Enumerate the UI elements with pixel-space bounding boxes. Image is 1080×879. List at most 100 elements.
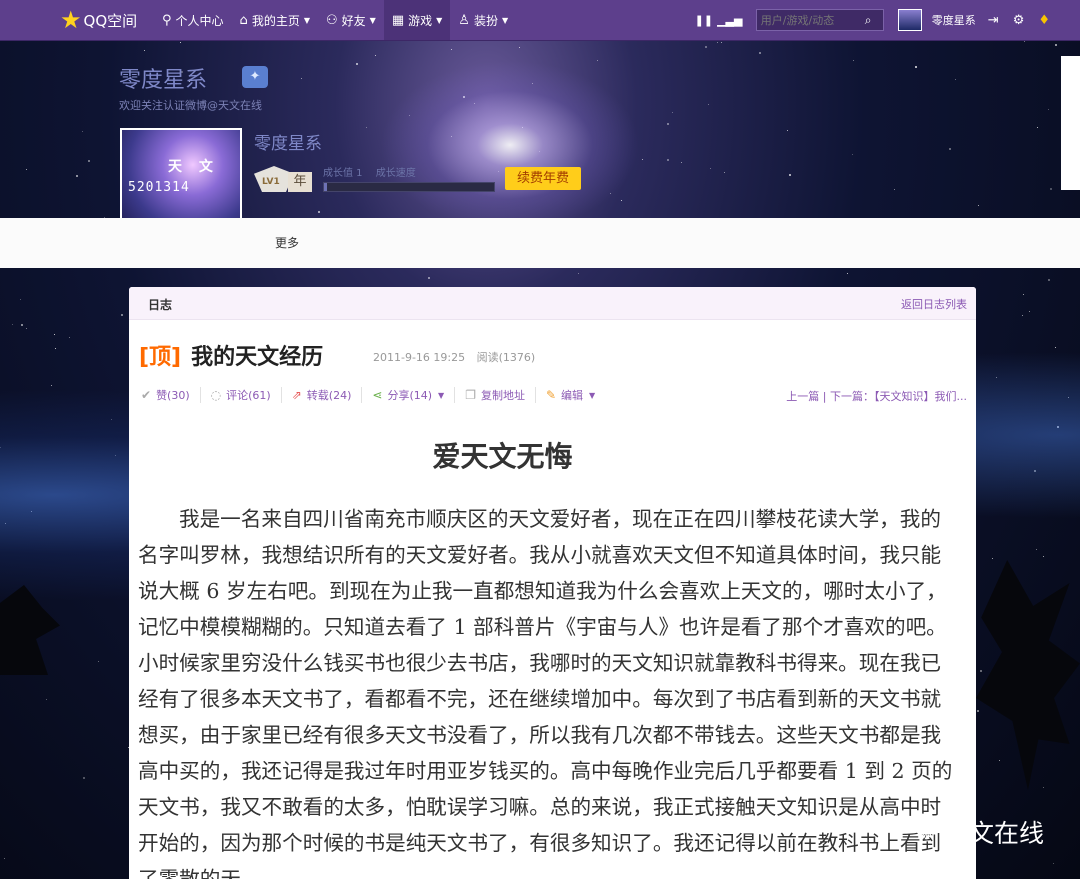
- star-dot: [980, 670, 982, 672]
- star-dot: [46, 699, 47, 700]
- space-title[interactable]: 零度星系: [119, 62, 207, 94]
- share-button[interactable]: ⋖ 分享(14) ▼: [372, 387, 456, 403]
- chevron-down-icon: ▼: [303, 15, 310, 25]
- repost-button[interactable]: ⇗ 转载(24): [292, 387, 363, 403]
- post-reads: 阅读(1376): [476, 351, 536, 364]
- renew-annual-button[interactable]: 续费年费: [505, 167, 581, 190]
- repost-icon: ⇗: [291, 388, 302, 402]
- star-dot: [789, 174, 791, 176]
- stats-icon[interactable]: ▁▃▅: [717, 10, 742, 30]
- pinned-tag: [顶]: [139, 345, 182, 370]
- nav-games[interactable]: ▦ 游戏 ▼: [383, 0, 451, 40]
- profile-nickname[interactable]: 零度星系: [254, 129, 322, 154]
- more-menu[interactable]: 更多: [275, 234, 299, 251]
- grid-icon: ▦: [391, 12, 405, 28]
- blog-card: 日志 返回日志列表 [顶] 我的天文经历 2011-9-16 19:25 阅读(1…: [129, 287, 976, 879]
- star-dot: [451, 49, 452, 50]
- star-dot: [852, 154, 853, 155]
- star-dot: [301, 78, 302, 79]
- check-icon: ✔: [141, 388, 152, 402]
- search-box: ⌕: [755, 9, 884, 31]
- post-action-bar: ✔ 赞(30) ◌ 评论(61) ⇗ 转载(24) ⋖ 分享(14) ▼ ❐ 复…: [141, 387, 615, 403]
- nav-decorate[interactable]: ♙ 装扮 ▼: [450, 0, 516, 40]
- copy-icon: ❐: [465, 388, 476, 402]
- star-dot: [847, 273, 848, 274]
- star-dot: [977, 710, 979, 712]
- star-dot: [366, 127, 367, 128]
- star-dot: [710, 168, 711, 169]
- comment-button[interactable]: ◌ 评论(61): [211, 387, 282, 403]
- nav-personal-center[interactable]: ⚲ 个人中心: [154, 0, 232, 40]
- verified-badge-icon[interactable]: ✦: [242, 66, 268, 88]
- prev-next-links[interactable]: 上一篇 | 下一篇：【天文知识】我们...: [786, 388, 967, 404]
- star-dot: [1043, 787, 1044, 788]
- star-dot: [578, 273, 579, 274]
- nav-friends[interactable]: ⚇ 好友 ▼: [318, 0, 384, 40]
- topbar-right-tools: ❚❚ ▁▃▅ ⌕ 零度星系 ⇥ ⚙ ♦: [694, 0, 1080, 40]
- qzone-star-icon: ★: [60, 6, 82, 34]
- back-to-list-link[interactable]: 返回日志列表: [901, 296, 967, 312]
- qzone-logo[interactable]: ★ QQ空间: [60, 8, 154, 32]
- search-icon[interactable]: ⌕: [865, 13, 872, 28]
- star-dot: [949, 148, 951, 150]
- level-badge[interactable]: LV1 年: [254, 166, 312, 196]
- star-dot: [759, 52, 761, 54]
- star-dot: [708, 104, 709, 105]
- logout-icon[interactable]: ⇥: [988, 13, 999, 28]
- star-dot: [82, 131, 83, 132]
- profile-menu-bar: [0, 218, 1080, 268]
- chevron-down-icon: ▼: [369, 15, 376, 25]
- gear-icon[interactable]: ⚙: [1013, 13, 1025, 28]
- home-icon: ⌂: [239, 12, 248, 28]
- star-dot: [12, 324, 13, 325]
- nav-my-homepage[interactable]: ⌂ 我的主页 ▼: [232, 0, 318, 40]
- search-input[interactable]: [756, 13, 865, 27]
- comment-icon: ◌: [210, 388, 222, 402]
- star-dot: [621, 200, 622, 201]
- star-dot: [667, 123, 669, 125]
- username-link[interactable]: 零度星系: [932, 12, 976, 28]
- user-avatar[interactable]: [897, 9, 922, 31]
- star-dot: [705, 46, 707, 48]
- star-dot: [787, 130, 788, 131]
- star-dot: [1037, 127, 1038, 128]
- diamond-icon[interactable]: ♦: [1038, 13, 1050, 28]
- chevron-down-icon: ▼: [436, 15, 443, 25]
- copy-address-button[interactable]: ❐ 复制地址: [465, 387, 536, 403]
- star-dot: [915, 66, 917, 68]
- star-dot: [318, 211, 320, 213]
- post-meta: 2011-9-16 19:25 阅读(1376): [373, 349, 543, 365]
- post-title: [顶] 我的天文经历: [139, 345, 324, 370]
- friends-icon: ⚇: [325, 12, 338, 28]
- side-panel-edge: [1061, 56, 1080, 190]
- star-dot: [1029, 311, 1030, 312]
- star-dot: [724, 172, 725, 173]
- share-icon: ⋖: [372, 388, 383, 402]
- star-dot: [894, 189, 895, 190]
- nebula-glow: [380, 60, 640, 230]
- edit-icon: ✎: [545, 388, 557, 402]
- star-dot: [999, 760, 1000, 761]
- pause-icon[interactable]: ❚❚: [694, 10, 714, 30]
- star-dot: [519, 47, 520, 48]
- star-dot: [1048, 279, 1050, 281]
- like-button[interactable]: ✔ 赞(30): [141, 387, 201, 403]
- star-dot: [717, 42, 718, 43]
- star-dot: [21, 324, 23, 326]
- person-icon: ⚲: [162, 12, 172, 28]
- growth-info: 成长值 1 成长速度: [323, 168, 416, 179]
- star-dot: [428, 277, 430, 279]
- edit-button[interactable]: ✎ 编辑 ▼: [546, 387, 605, 403]
- star-dot: [667, 159, 669, 161]
- star-dot: [88, 160, 90, 162]
- star-dot: [26, 328, 27, 329]
- section-label: 日志: [148, 298, 173, 312]
- star-dot: [642, 159, 643, 160]
- star-dot: [853, 60, 854, 61]
- star-dot: [978, 205, 979, 206]
- chevron-down-icon[interactable]: ▼: [589, 391, 595, 400]
- star-dot: [144, 50, 145, 51]
- chevron-down-icon[interactable]: ▼: [438, 391, 444, 400]
- star-dot: [4, 858, 5, 859]
- star-dot: [180, 42, 181, 43]
